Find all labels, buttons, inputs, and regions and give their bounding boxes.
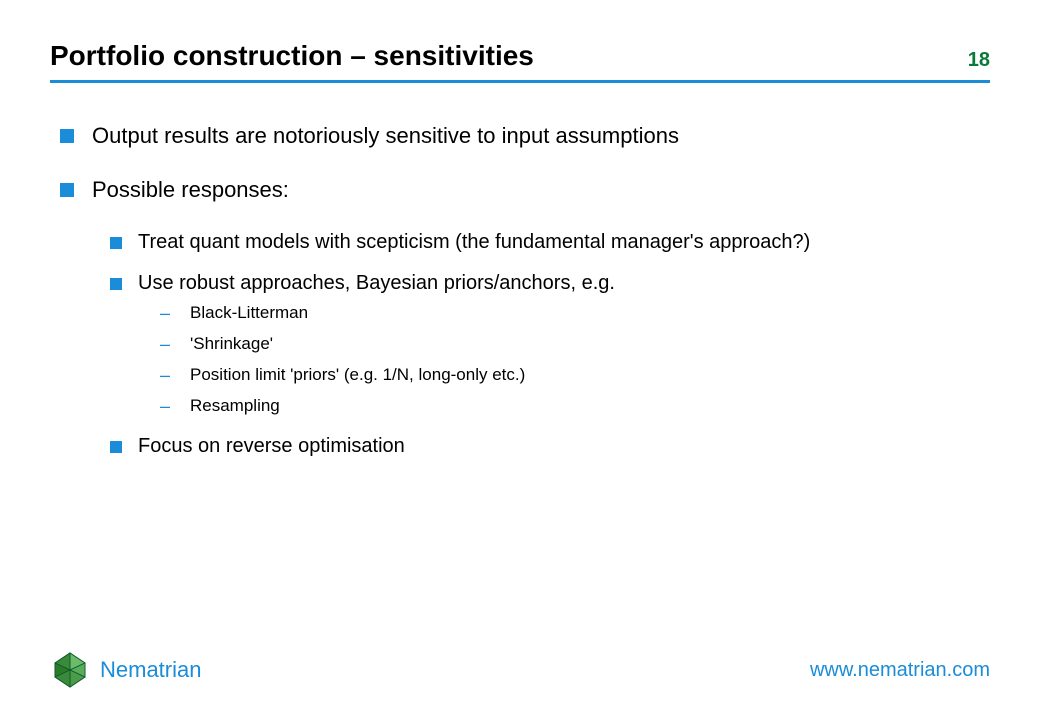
- square-bullet-icon: [60, 129, 74, 143]
- bullet-text: Position limit 'priors' (e.g. 1/N, long-…: [190, 365, 525, 385]
- bullet-text: Possible responses:: [92, 177, 289, 203]
- bullet-level3: – Resampling: [160, 396, 990, 417]
- slide-header: Portfolio construction – sensitivities 1…: [50, 40, 990, 83]
- nematrian-logo-icon: [50, 650, 90, 690]
- page-number: 18: [968, 49, 990, 72]
- bullet-level1: Possible responses:: [60, 177, 990, 203]
- bullet-level2: Focus on reverse optimisation: [110, 435, 990, 458]
- dash-bullet-icon: –: [160, 303, 174, 324]
- bullet-level2: Treat quant models with scepticism (the …: [110, 231, 990, 254]
- bullet-text: Black-Litterman: [190, 303, 308, 323]
- website-url: www.nematrian.com: [810, 659, 990, 682]
- bullet-level2: Use robust approaches, Bayesian priors/a…: [110, 272, 990, 295]
- dash-bullet-icon: –: [160, 334, 174, 355]
- bullet-text: Output results are notoriously sensitive…: [92, 123, 679, 149]
- bullet-level3: – 'Shrinkage': [160, 334, 990, 355]
- bullet-level3: – Black-Litterman: [160, 303, 990, 324]
- slide-title: Portfolio construction – sensitivities: [50, 40, 534, 72]
- bullet-text: 'Shrinkage': [190, 334, 273, 354]
- brand-name: Nematrian: [100, 657, 201, 683]
- bullet-text: Resampling: [190, 396, 280, 416]
- square-bullet-icon: [110, 237, 122, 249]
- slide-container: Portfolio construction – sensitivities 1…: [0, 0, 1040, 720]
- bullet-subgroup: – Black-Litterman – 'Shrinkage' – Positi…: [60, 303, 990, 417]
- bullet-text: Treat quant models with scepticism (the …: [138, 231, 810, 254]
- square-bullet-icon: [110, 441, 122, 453]
- footer-brand: Nematrian: [50, 650, 201, 690]
- bullet-text: Focus on reverse optimisation: [138, 435, 405, 458]
- slide-content: Output results are notoriously sensitive…: [50, 123, 990, 640]
- dash-bullet-icon: –: [160, 365, 174, 386]
- square-bullet-icon: [60, 183, 74, 197]
- slide-footer: Nematrian www.nematrian.com: [50, 640, 990, 690]
- square-bullet-icon: [110, 278, 122, 290]
- bullet-text: Use robust approaches, Bayesian priors/a…: [138, 272, 615, 295]
- bullet-level1: Output results are notoriously sensitive…: [60, 123, 990, 149]
- bullet-level3: – Position limit 'priors' (e.g. 1/N, lon…: [160, 365, 990, 386]
- dash-bullet-icon: –: [160, 396, 174, 417]
